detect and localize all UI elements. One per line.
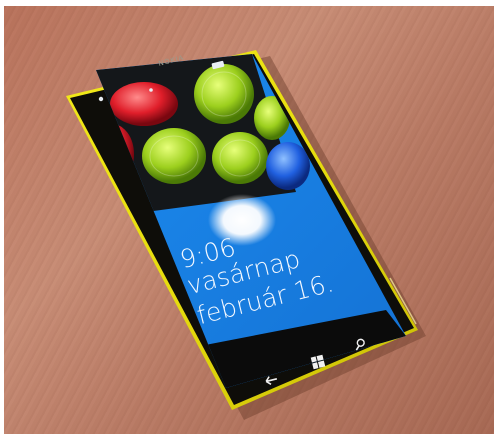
photo-background-table: NOKIA 9:06 vasárnap február 16. — [4, 6, 494, 434]
screenshot-frame: NOKIA 9:06 vasárnap február 16. — [0, 0, 497, 441]
phone-photo: NOKIA — [66, 50, 426, 420]
